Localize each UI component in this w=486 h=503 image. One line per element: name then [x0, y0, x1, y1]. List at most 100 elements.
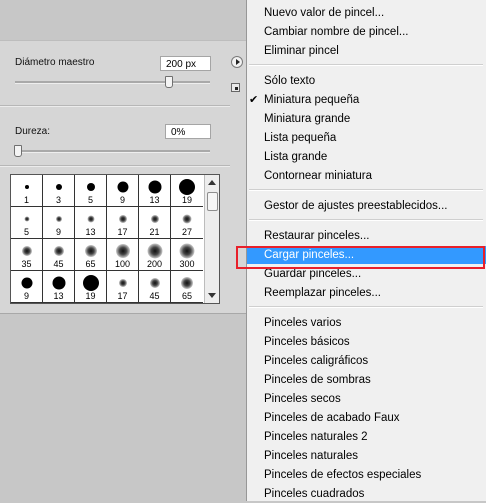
menu-item-miniatura-pequeña[interactable]: ✔ Miniatura pequeña [247, 91, 486, 109]
new-preset-icon[interactable] [231, 83, 240, 92]
menu-item-label: Lista pequeña [264, 132, 337, 144]
menu-item-label: Cargar pinceles... [264, 249, 355, 261]
hardness-label: Dureza: [15, 126, 51, 137]
soft-brush-icon [181, 277, 193, 289]
menu-item-label: Pinceles básicos [264, 336, 350, 348]
menu-item-contornear-miniatura[interactable]: Contornear miniatura [247, 167, 486, 185]
menu-item-restaurar-pinceles[interactable]: Restaurar pinceles... [247, 227, 486, 245]
menu-item-pinceles-varios[interactable]: Pinceles varios [247, 314, 486, 332]
menu-item-label: Nuevo valor de pincel... [264, 7, 385, 19]
menu-item-label: Pinceles naturales [264, 450, 358, 462]
brush-grid-scrollbar[interactable] [204, 175, 219, 303]
soft-brush-icon [150, 215, 159, 223]
brush-preset-19[interactable]: 19 [75, 271, 107, 303]
scroll-up-icon[interactable] [208, 180, 216, 185]
brush-preset-35[interactable]: 35 [11, 239, 43, 271]
brush-preset-200[interactable]: 200 [139, 239, 171, 271]
brush-size-label: 5 [87, 195, 93, 205]
flyout-menu-button[interactable] [231, 56, 243, 68]
brush-size-label: 45 [53, 259, 64, 269]
brush-preset-5[interactable]: 5 [11, 207, 43, 239]
brush-size-label: 65 [85, 259, 96, 269]
master-diameter-slider-thumb[interactable] [165, 76, 174, 88]
brush-size-label: 17 [117, 227, 128, 237]
scroll-down-icon[interactable] [208, 293, 216, 298]
master-diameter-slider[interactable] [15, 81, 210, 84]
brush-size-label: 35 [21, 259, 32, 269]
hardness-slider-thumb[interactable] [14, 145, 22, 157]
menu-item-pinceles-de-efectos-especiales[interactable]: Pinceles de efectos especiales [247, 466, 486, 484]
menu-item-cargar-pinceles[interactable]: Cargar pinceles... [247, 246, 486, 264]
menu-item-eliminar-pincel[interactable]: Eliminar pincel [247, 42, 486, 60]
brush-preset-45[interactable]: 45 [43, 239, 75, 271]
menu-item-lista-pequeña[interactable]: Lista pequeña [247, 129, 486, 147]
brush-size-label: 5 [23, 227, 29, 237]
brush-preset-13[interactable]: 13 [75, 207, 107, 239]
brush-preset-65[interactable]: 65 [75, 239, 107, 271]
brush-preset-100[interactable]: 100 [107, 239, 139, 271]
menu-item-guardar-pinceles[interactable]: Guardar pinceles... [247, 265, 486, 283]
brush-preset-1[interactable]: 1 [11, 175, 43, 207]
brush-preset-3[interactable]: 3 [43, 175, 75, 207]
brush-size-label: 17 [117, 291, 128, 301]
menu-item-sólo-texto[interactable]: Sólo texto [247, 72, 486, 90]
menu-item-lista-grande[interactable]: Lista grande [247, 148, 486, 166]
brush-preset-19[interactable]: 19 [171, 175, 203, 207]
brush-preset-13[interactable]: 13 [43, 271, 75, 303]
brush-preset-17[interactable]: 17 [107, 271, 139, 303]
menu-item-label: Lista grande [264, 151, 328, 163]
menu-item-cambiar-nombre-de-pincel[interactable]: Cambiar nombre de pincel... [247, 23, 486, 41]
brush-preset-9[interactable]: 9 [43, 207, 75, 239]
menu-item-gestor-de-ajustes-preestablecidos[interactable]: Gestor de ajustes preestablecidos... [247, 197, 486, 215]
brush-preset-65[interactable]: 65 [171, 271, 203, 303]
master-diameter-label: Diámetro maestro [15, 57, 95, 68]
soft-brush-icon [53, 246, 64, 256]
menu-item-pinceles-caligráficos[interactable]: Pinceles caligráficos [247, 352, 486, 370]
menu-item-pinceles-naturales[interactable]: Pinceles naturales [247, 447, 486, 465]
menu-item-label: Restaurar pinceles... [264, 230, 370, 242]
soft-brush-icon [115, 244, 130, 258]
menu-item-label: Pinceles de sombras [264, 374, 371, 386]
brush-preset-21[interactable]: 21 [139, 207, 171, 239]
menu-item-pinceles-de-sombras[interactable]: Pinceles de sombras [247, 371, 486, 389]
brush-preset-5[interactable]: 5 [75, 175, 107, 207]
hard-brush-icon [21, 277, 32, 289]
menu-item-pinceles-naturales-2[interactable]: Pinceles naturales 2 [247, 428, 486, 446]
menu-item-label: Guardar pinceles... [264, 268, 362, 280]
divider [0, 105, 230, 107]
menu-item-label: Pinceles cuadrados [264, 488, 365, 500]
checkmark-icon: ✔ [249, 94, 259, 106]
brush-preset-9[interactable]: 9 [107, 175, 139, 207]
menu-item-label: Eliminar pincel [264, 45, 339, 57]
soft-brush-icon [21, 246, 32, 256]
soft-brush-icon [84, 245, 97, 257]
master-diameter-field[interactable]: 200 px [160, 56, 211, 71]
menu-separator [249, 219, 483, 221]
menu-item-pinceles-de-acabado-faux[interactable]: Pinceles de acabado Faux [247, 409, 486, 427]
brush-size-label: 9 [23, 291, 29, 301]
hardness-field[interactable]: 0% [165, 124, 211, 139]
soft-brush-icon [182, 214, 192, 224]
scrollbar-thumb[interactable] [207, 192, 218, 211]
menu-item-pinceles-secos[interactable]: Pinceles secos [247, 390, 486, 408]
menu-item-pinceles-cuadrados[interactable]: Pinceles cuadrados [247, 485, 486, 503]
brush-preset-300[interactable]: 300 [171, 239, 203, 271]
brush-preset-17[interactable]: 17 [107, 207, 139, 239]
menu-item-label: Reemplazar pinceles... [264, 287, 381, 299]
menu-item-pinceles-básicos[interactable]: Pinceles básicos [247, 333, 486, 351]
menu-item-miniatura-grande[interactable]: Miniatura grande [247, 110, 486, 128]
menu-item-nuevo-valor-de-pincel[interactable]: Nuevo valor de pincel... [247, 4, 486, 22]
menu-item-label: Contornear miniatura [264, 170, 373, 182]
brush-preset-27[interactable]: 27 [171, 207, 203, 239]
brush-preset-13[interactable]: 13 [139, 175, 171, 207]
hardness-slider[interactable] [15, 150, 210, 153]
menu-item-label: Pinceles caligráficos [264, 355, 369, 367]
soft-brush-icon [118, 215, 127, 223]
brush-size-label: 27 [181, 227, 192, 237]
menu-item-reemplazar-pinceles[interactable]: Reemplazar pinceles... [247, 284, 486, 302]
hard-brush-icon [52, 276, 65, 290]
brush-preset-45[interactable]: 45 [139, 271, 171, 303]
brush-preset-9[interactable]: 9 [11, 271, 43, 303]
brush-size-label: 45 [149, 291, 160, 301]
menu-item-label: Miniatura grande [264, 113, 351, 125]
